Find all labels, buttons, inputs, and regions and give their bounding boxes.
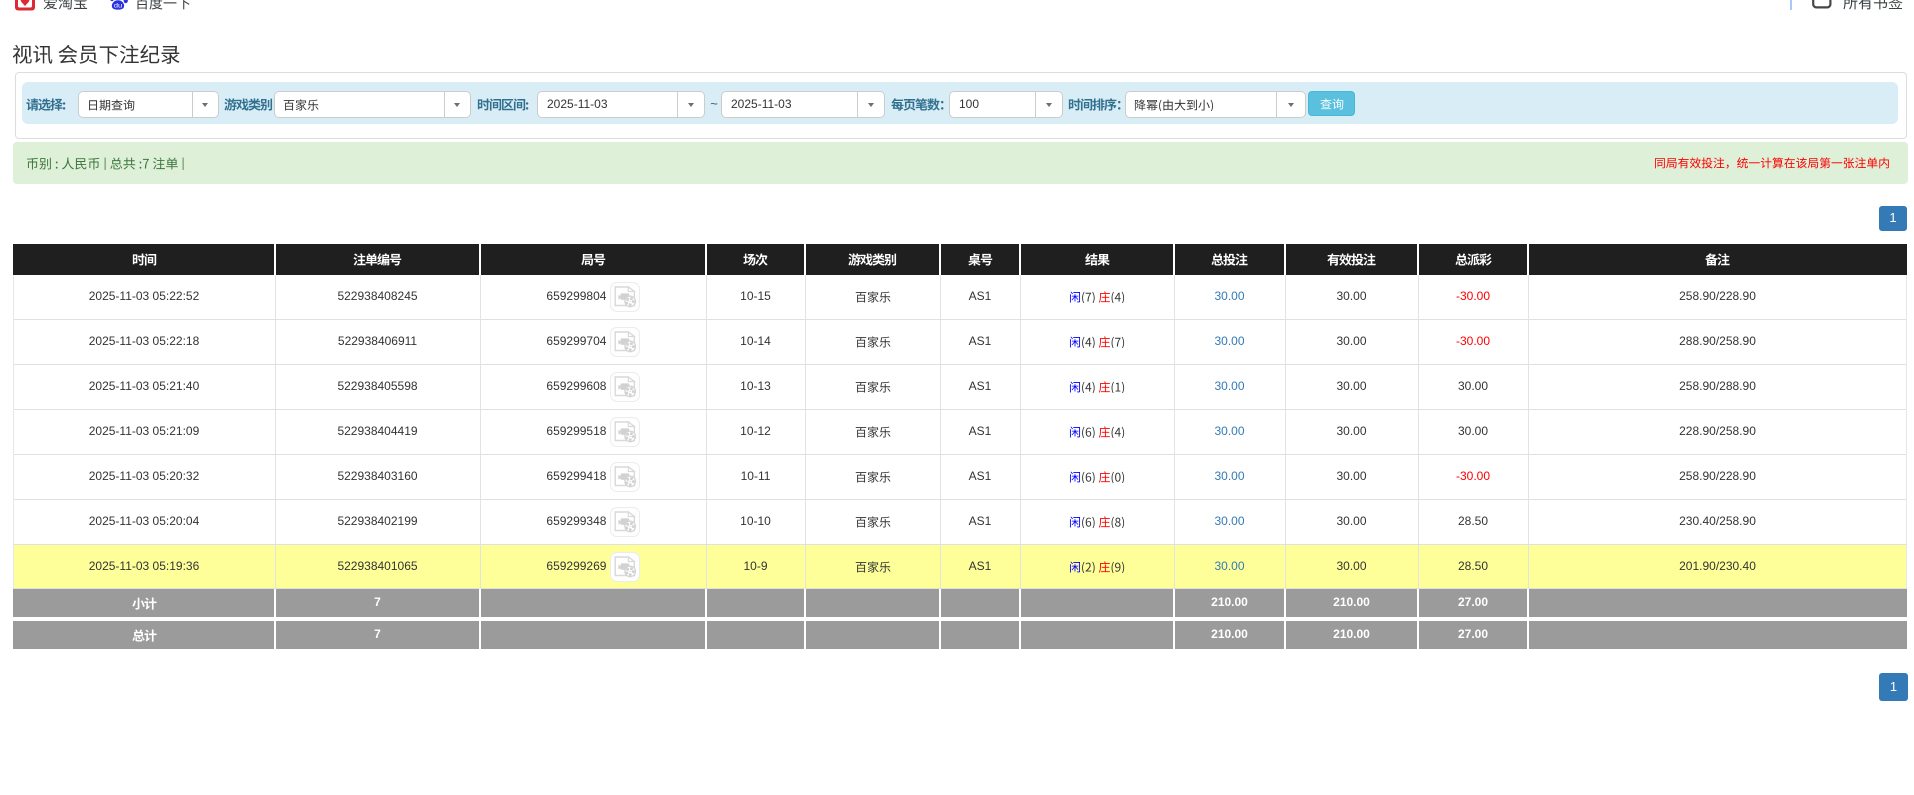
svg-text:du: du xyxy=(114,3,123,9)
